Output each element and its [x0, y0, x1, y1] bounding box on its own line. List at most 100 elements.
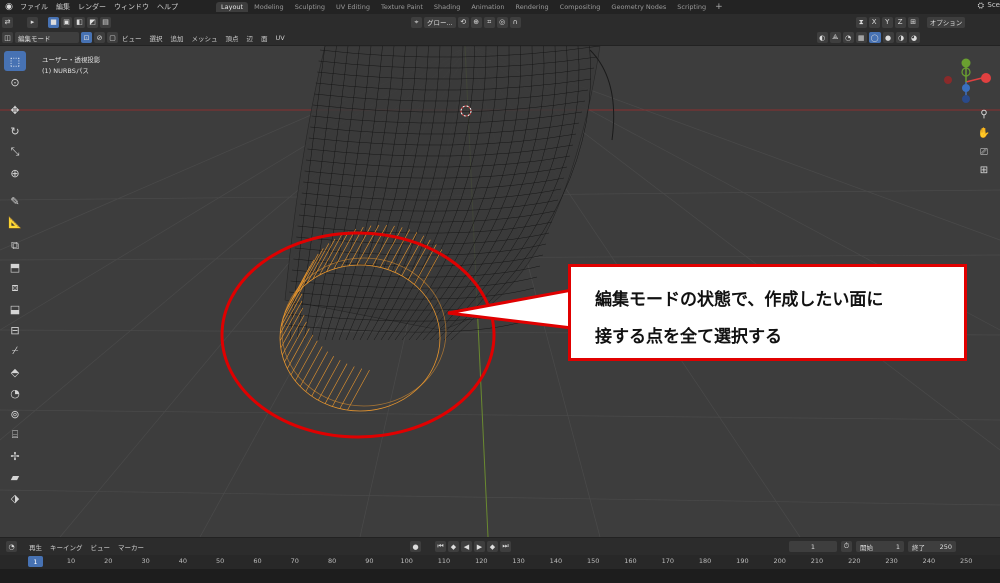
snap-icon[interactable]: ⊕ [470, 16, 482, 28]
mirror-icon[interactable]: ⧗ [855, 16, 867, 28]
loop-cut-icon[interactable]: ⊟ [4, 320, 26, 340]
menu-render[interactable]: レンダー [74, 2, 110, 12]
menu-timeline-view[interactable]: ビュー [87, 542, 115, 552]
gizmo-icon[interactable]: ⟁ [829, 32, 841, 43]
scale-icon[interactable]: ⤡ [4, 142, 26, 162]
zoom-icon[interactable]: ⚲ [976, 107, 992, 122]
pivot-icon[interactable]: ⟲ [457, 16, 469, 28]
edge-slide-icon[interactable]: ⌸ [4, 425, 26, 445]
start-frame-field[interactable]: 開始 1 [856, 541, 904, 552]
knife-icon[interactable]: ⌿ [4, 341, 26, 361]
menu-marker[interactable]: マーカー [114, 542, 148, 552]
mode-dropdown[interactable]: 編集モード [15, 32, 79, 43]
next-key-icon[interactable]: ◆ [487, 541, 498, 552]
tab-sculpting[interactable]: Sculpting [290, 2, 330, 12]
current-frame-marker[interactable]: 1 [28, 556, 43, 567]
pan-hand-icon[interactable]: ✋ [976, 126, 992, 141]
select-box-icon[interactable]: ⬚ [4, 51, 26, 71]
axis-y-button[interactable]: Y [881, 16, 893, 28]
timeline-editor-icon[interactable]: ◔ [6, 541, 17, 552]
tab-animation[interactable]: Animation [466, 2, 509, 12]
shading-render-icon[interactable]: ◕ [908, 32, 920, 43]
record-icon[interactable]: ● [410, 541, 421, 552]
prev-key-icon[interactable]: ◆ [448, 541, 459, 552]
add-workspace-icon[interactable]: + [715, 2, 723, 12]
bevel-icon[interactable]: ⬓ [4, 299, 26, 319]
shrink-fatten-icon[interactable]: ✢ [4, 446, 26, 466]
edge-select-icon[interactable]: ⊘ [94, 32, 105, 43]
current-frame-field[interactable]: 1 [789, 541, 837, 552]
rotate-icon[interactable]: ↻ [4, 121, 26, 141]
spin-icon[interactable]: ◔ [4, 383, 26, 403]
menu-edit[interactable]: 編集 [52, 2, 74, 12]
timeline-ruler[interactable]: 1 10 20 30 40 50 60 70 80 90 100 110 120 130 140 150 16… [0, 555, 1000, 569]
overlay-icon[interactable]: ◔ [842, 32, 854, 43]
jump-start-icon[interactable]: ⏮ [435, 541, 446, 552]
stopwatch-icon[interactable]: ⏱ [841, 541, 852, 552]
scene-name[interactable]: Sce [987, 1, 1000, 9]
jump-end-icon[interactable]: ⏭ [500, 541, 511, 552]
annotate-icon[interactable]: ✎ [4, 191, 26, 211]
tab-shading[interactable]: Shading [429, 2, 465, 12]
camera-icon[interactable]: ⎚ [976, 145, 992, 160]
blender-logo-icon[interactable]: ◉ [2, 0, 16, 14]
timeline-track[interactable] [0, 569, 1000, 583]
tab-texture-paint[interactable]: Texture Paint [376, 2, 428, 12]
shear-icon[interactable]: ▰ [4, 467, 26, 487]
select-extend-icon[interactable]: ▣ [61, 16, 72, 28]
poly-build-icon[interactable]: ⬘ [4, 362, 26, 382]
rip-icon[interactable]: ⬗ [4, 488, 26, 508]
menu-playback[interactable]: 再生 [25, 542, 46, 552]
shading-material-icon[interactable]: ◑ [895, 32, 907, 43]
transform-orientation-icon[interactable]: ⌖ [411, 16, 422, 28]
menu-select[interactable]: 選択 [146, 33, 167, 43]
options-dropdown[interactable]: オプション [926, 16, 966, 28]
menu-window[interactable]: ウィンドウ [110, 2, 153, 12]
menu-edge[interactable]: 辺 [243, 33, 258, 43]
scene-icon[interactable]: ⛭ [978, 1, 984, 11]
transform-orientation-dropdown[interactable]: グロー... [424, 16, 456, 28]
select-mode-icon[interactable]: ▸ [27, 16, 38, 28]
select-invert-icon[interactable]: ◩ [87, 16, 98, 28]
play-icon[interactable]: ▶ [474, 541, 485, 552]
menu-add[interactable]: 追加 [167, 33, 188, 43]
smooth-icon[interactable]: ⊚ [4, 404, 26, 424]
transform-icon[interactable]: ⊕ [4, 163, 26, 183]
tab-modeling[interactable]: Modeling [249, 2, 289, 12]
add-cube-icon[interactable]: ⧉ [4, 236, 26, 256]
menu-uv[interactable]: UV [272, 34, 289, 42]
axis-x-button[interactable]: X [868, 16, 880, 28]
navigation-gizmo[interactable] [938, 58, 994, 108]
vertex-select-icon[interactable]: ⊡ [81, 32, 92, 43]
measure-icon[interactable]: 📐 [4, 212, 26, 232]
cursor-icon[interactable]: ⊙ [4, 72, 26, 92]
menu-help[interactable]: ヘルプ [153, 2, 182, 12]
shading-wire-icon[interactable]: ◯ [868, 32, 881, 43]
face-select-icon[interactable]: ▢ [107, 32, 118, 43]
menu-mesh[interactable]: メッシュ [188, 33, 222, 43]
editor-type-icon[interactable]: ⇄ [2, 16, 13, 28]
extrude-icon[interactable]: ⬒ [4, 257, 26, 277]
snap-target-icon[interactable]: ⌗ [483, 16, 495, 28]
tab-compositing[interactable]: Compositing [555, 2, 606, 12]
axis-z-button[interactable]: Z [894, 16, 906, 28]
tab-rendering[interactable]: Rendering [510, 2, 553, 12]
menu-view[interactable]: ビュー [118, 33, 146, 43]
select-intersect-icon[interactable]: ▤ [100, 16, 111, 28]
auto-merge-icon[interactable]: ⊞ [907, 16, 919, 28]
editor-mode-icon[interactable]: ◫ [2, 32, 13, 43]
inset-icon[interactable]: ⧈ [4, 278, 26, 298]
menu-keying[interactable]: キーイング [46, 542, 87, 552]
proportional-edit-icon[interactable]: ◎ [496, 16, 508, 28]
shading-solid-icon[interactable]: ● [882, 32, 894, 43]
play-reverse-icon[interactable]: ◀ [461, 541, 472, 552]
move-icon[interactable]: ✥ [4, 100, 26, 120]
tab-geometry-nodes[interactable]: Geometry Nodes [606, 2, 671, 12]
tab-layout[interactable]: Layout [216, 2, 249, 12]
tab-scripting[interactable]: Scripting [672, 2, 711, 12]
tab-uv-editing[interactable]: UV Editing [331, 2, 375, 12]
select-new-icon[interactable]: ■ [48, 16, 59, 28]
xray-icon[interactable]: ▦ [855, 32, 867, 43]
menu-vertex[interactable]: 頂点 [222, 33, 243, 43]
select-subtract-icon[interactable]: ◧ [74, 16, 85, 28]
